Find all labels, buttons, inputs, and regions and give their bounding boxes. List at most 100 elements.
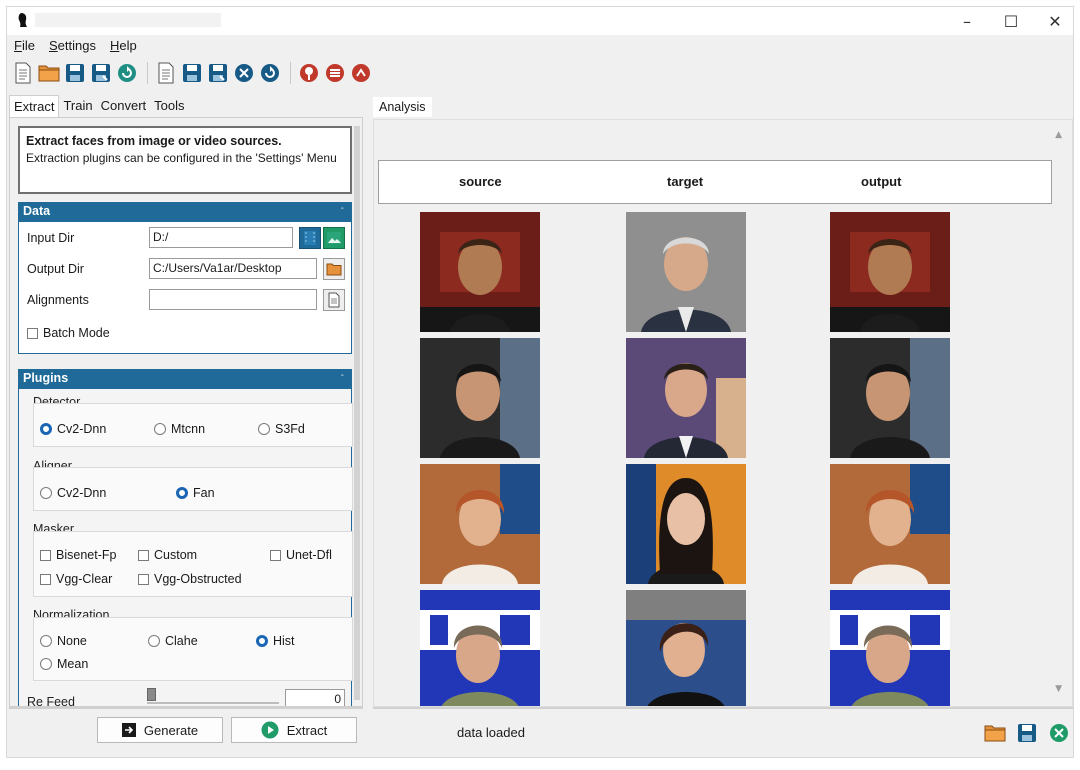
- face-thumbnail-target[interactable]: [626, 212, 746, 332]
- normalization-option-hist[interactable]: Hist: [256, 634, 295, 648]
- scroll-up-arrow-icon[interactable]: ▲: [1055, 130, 1062, 140]
- save-task-as-icon[interactable]: [206, 61, 230, 85]
- save-icon[interactable]: [63, 61, 87, 85]
- masker-option-custom[interactable]: Custom: [138, 548, 197, 562]
- detector-option-mtcnn[interactable]: Mtcnn: [154, 422, 205, 436]
- clear-icon[interactable]: [1047, 721, 1071, 745]
- menu-help[interactable]: Help: [109, 37, 138, 57]
- masker-option-vgg-clear[interactable]: Vgg-Clear: [40, 572, 112, 586]
- extract-button[interactable]: Extract: [231, 717, 357, 743]
- video-input-icon[interactable]: [299, 227, 321, 249]
- re-feed-value-field[interactable]: 0: [285, 689, 345, 706]
- toolbar: [11, 59, 375, 87]
- menu-file-label: ile: [21, 38, 35, 53]
- option-label: Unet-Dfl: [286, 548, 332, 562]
- masker-option-bisenet-fp[interactable]: Bisenet-Fp: [40, 548, 116, 562]
- radio-button: [256, 635, 268, 647]
- tab-convert[interactable]: Convert: [97, 95, 151, 117]
- application-window: – ☐ ✕ File Settings Help Extract Train C…: [6, 6, 1074, 758]
- aligner-option-cv2-dnn[interactable]: Cv2-Dnn: [40, 486, 106, 500]
- save-as-icon[interactable]: [89, 61, 113, 85]
- face-thumbnail-source[interactable]: [420, 590, 540, 706]
- re-feed-slider-handle[interactable]: [147, 688, 156, 701]
- new-task-icon[interactable]: [154, 61, 178, 85]
- input-dir-field[interactable]: D:/: [149, 227, 293, 248]
- detector-option-s3fd[interactable]: S3Fd: [258, 422, 305, 436]
- open-folder-icon[interactable]: [37, 61, 61, 85]
- scrollbar-thumb[interactable]: [354, 126, 360, 700]
- face-thumbnail-source[interactable]: [420, 338, 540, 458]
- face-thumbnail-target[interactable]: [626, 338, 746, 458]
- re-feed-label: Re Feed: [27, 695, 75, 707]
- generate-label: Generate: [143, 722, 199, 738]
- face-thumbnail-target[interactable]: [626, 464, 746, 584]
- menu-settings[interactable]: Settings: [48, 37, 97, 57]
- save-icon[interactable]: [1015, 721, 1039, 745]
- tab-train[interactable]: Train: [59, 95, 96, 117]
- collapse-icon[interactable]: -: [341, 203, 344, 214]
- menu-settings-label: ettings: [57, 38, 96, 53]
- option-label: Mean: [57, 657, 89, 671]
- toolbar-separator: [290, 62, 291, 84]
- list-icon[interactable]: [323, 61, 347, 85]
- option-label: Cv2-Dnn: [57, 422, 107, 436]
- aligner-option-fan[interactable]: Fan: [176, 486, 215, 500]
- option-label: Hist: [273, 634, 295, 648]
- extract-options-panel: Extract faces from image or video source…: [9, 117, 363, 707]
- face-thumbnail-source[interactable]: [420, 212, 540, 332]
- title-bar: – ☐ ✕: [7, 7, 1073, 35]
- clear-icon[interactable]: [232, 61, 256, 85]
- normalization-option-mean[interactable]: Mean: [40, 657, 88, 671]
- checkbox-box: [270, 549, 281, 561]
- maximize-button[interactable]: ☐: [989, 7, 1033, 35]
- minimize-button[interactable]: –: [945, 7, 989, 35]
- output-dir-field[interactable]: C:/Users/Va1ar/Desktop: [149, 258, 317, 279]
- alignments-field[interactable]: [149, 289, 317, 310]
- face-thumbnail-output[interactable]: [830, 212, 950, 332]
- masker-option-unet-dfl[interactable]: Unet-Dfl: [270, 548, 332, 562]
- sync-icon[interactable]: [349, 61, 373, 85]
- face-thumbnail-output[interactable]: [830, 338, 950, 458]
- radio-button: [40, 487, 52, 499]
- tab-extract[interactable]: Extract: [9, 95, 60, 117]
- face-thumbnail-target[interactable]: [626, 590, 746, 706]
- masker-option-vgg-obstructed[interactable]: Vgg-Obstructed: [138, 572, 242, 586]
- plugins-section-body: Detector Cv2-Dnn Mtcnn S3Fd Aligner Cv2-…: [18, 389, 353, 707]
- data-section-header[interactable]: Data -: [18, 202, 352, 222]
- face-thumbnail-source[interactable]: [420, 464, 540, 584]
- tab-analysis[interactable]: Analysis: [373, 97, 432, 117]
- pin-icon[interactable]: [297, 61, 321, 85]
- reload-icon[interactable]: [115, 61, 139, 85]
- detector-option-cv2-dnn[interactable]: Cv2-Dnn: [40, 422, 106, 436]
- normalization-option-clahe[interactable]: Clahe: [148, 634, 198, 648]
- generate-button[interactable]: Generate: [97, 717, 223, 743]
- open-folder-icon[interactable]: [983, 721, 1007, 745]
- batch-mode-checkbox[interactable]: Batch Mode: [27, 326, 110, 340]
- reload-task-icon[interactable]: [258, 61, 282, 85]
- save-task-icon[interactable]: [180, 61, 204, 85]
- plugins-section-header[interactable]: Plugins -: [18, 369, 352, 389]
- browse-file-icon[interactable]: [323, 289, 345, 311]
- checkbox-box: [138, 573, 149, 585]
- face-thumbnail-output[interactable]: [830, 464, 950, 584]
- scroll-down-arrow-icon[interactable]: ▼: [1055, 684, 1062, 694]
- face-thumbnail-output[interactable]: [830, 590, 950, 706]
- status-bar: data loaded: [373, 707, 1073, 753]
- normalization-group: None Clahe Hist Mean: [33, 617, 353, 681]
- generate-icon: [121, 723, 136, 737]
- close-button[interactable]: ✕: [1033, 7, 1077, 35]
- output-dir-label: Output Dir: [27, 262, 84, 276]
- menu-bar: File Settings Help: [7, 37, 138, 57]
- image-input-icon[interactable]: [323, 227, 345, 249]
- menu-file[interactable]: File: [13, 37, 36, 57]
- left-scrollbar[interactable]: [354, 126, 360, 700]
- re-feed-slider-track[interactable]: [147, 702, 279, 704]
- normalization-option-none[interactable]: None: [40, 634, 87, 648]
- radio-button: [154, 423, 166, 435]
- tab-tools[interactable]: Tools: [150, 95, 188, 117]
- new-document-icon[interactable]: [11, 61, 35, 85]
- option-label: S3Fd: [275, 422, 305, 436]
- browse-folder-icon[interactable]: [323, 258, 345, 280]
- status-text: data loaded: [457, 725, 525, 740]
- collapse-icon[interactable]: -: [341, 370, 344, 381]
